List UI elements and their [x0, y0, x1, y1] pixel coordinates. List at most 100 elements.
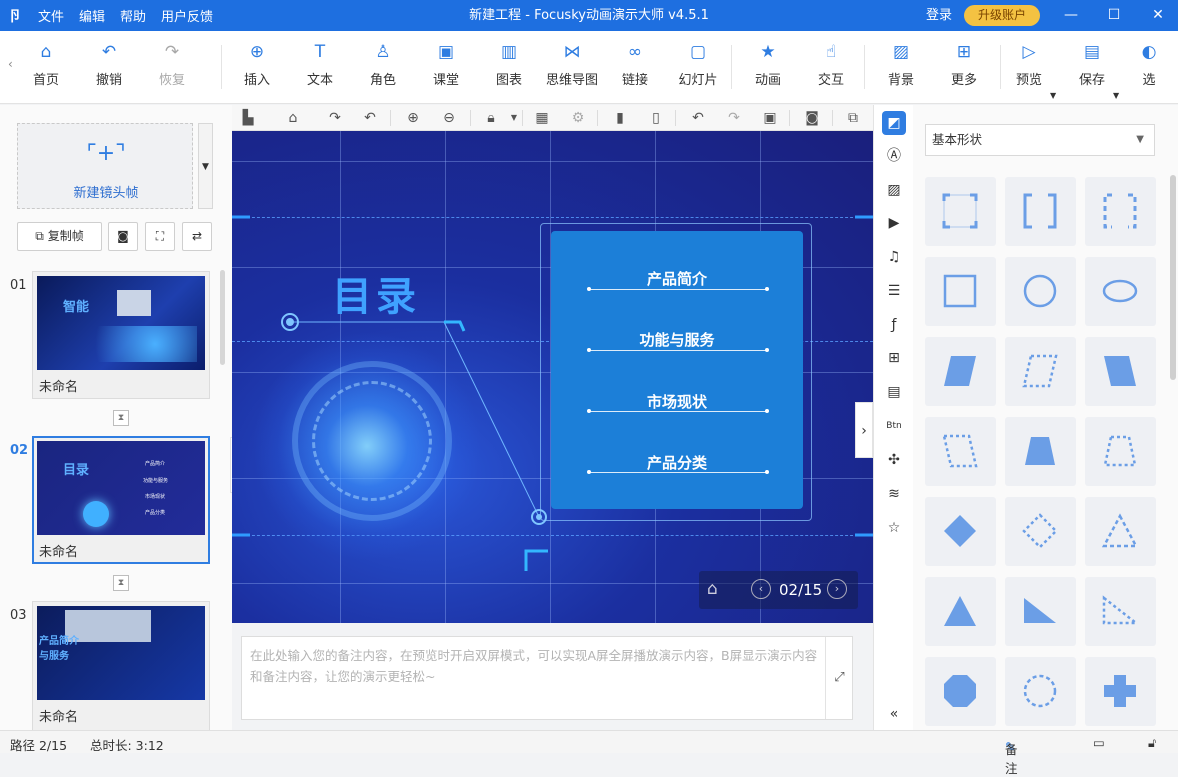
menu-box[interactable]: 产品简介 功能与服务 市场现状 产品分类 — [551, 231, 803, 509]
shape-circle[interactable] — [1005, 257, 1076, 326]
collapse-strip-icon[interactable]: « — [882, 702, 906, 726]
grid-icon[interactable]: ▦ — [532, 108, 552, 128]
close-icon[interactable]: ✕ — [1138, 0, 1178, 31]
shape-square-brackets[interactable] — [1005, 177, 1076, 246]
shape-dashed-slanted-quad[interactable] — [925, 417, 996, 486]
slide-thumbnail-2[interactable]: 目录 产品简介 功能与服务 市场现状 产品分类 未命名 — [32, 436, 210, 564]
toolbar-background-button[interactable]: ▨ 背景 — [873, 41, 929, 88]
canvas-redo-icon[interactable]: ↷ — [724, 108, 744, 128]
shape-slanted-quad[interactable] — [1085, 337, 1156, 406]
slide-thumbnail-1[interactable]: 智能 未命名 — [32, 271, 210, 399]
new-frame-button[interactable]: ⌜+⌝ 新建镜头帧 — [17, 123, 193, 209]
transition-icon[interactable]: ⧗ — [113, 410, 129, 426]
zoom-in-icon[interactable]: ⊕ — [403, 108, 423, 128]
toolbar-scroll-left-icon[interactable]: ‹ — [8, 57, 13, 71]
shape-parallelogram[interactable] — [925, 337, 996, 406]
shape-category-select[interactable]: 基本形状 ▼ — [925, 124, 1155, 156]
login-link[interactable]: 登录 — [926, 0, 952, 31]
shape-triangle[interactable] — [925, 577, 996, 646]
maximize-icon[interactable]: ☐ — [1094, 0, 1134, 31]
expand-notes-icon[interactable]: ⤢ — [825, 637, 853, 719]
toolbar-more-button[interactable]: ⊞ 更多 — [936, 41, 992, 88]
slide-thumbnail-3[interactable]: 产品简介与服务 未命名 — [32, 601, 210, 731]
save-dropdown-icon[interactable]: ▼ — [1113, 91, 1119, 100]
new-frame-dropdown-icon[interactable]: ▼ — [198, 123, 213, 209]
layers-tab-icon[interactable]: ≋ — [882, 482, 906, 506]
swap-frame-button[interactable]: ⇄ — [182, 222, 212, 251]
screenshot-button[interactable]: ◙ — [108, 222, 138, 251]
shape-dashed-brackets[interactable] — [1085, 177, 1156, 246]
shape-bracket-frame[interactable] — [925, 177, 996, 246]
toolbar-mindmap-button[interactable]: ⋈ 思维导图 — [537, 41, 607, 88]
rotate-left-icon[interactable]: ↶ — [360, 108, 380, 128]
toolbar-save-button[interactable]: ▤ 保存 — [1064, 41, 1120, 88]
upgrade-button[interactable]: 升级账户 — [964, 5, 1040, 26]
toolbar-chart-button[interactable]: ▥ 图表 — [481, 41, 537, 88]
shape-dashed-trapezoid[interactable] — [1085, 417, 1156, 486]
music-tab-icon[interactable]: ♫ — [882, 245, 906, 269]
menu-item-services[interactable]: 功能与服务 — [551, 329, 803, 350]
shape-cross[interactable] — [1085, 657, 1156, 726]
shape-rectangle[interactable] — [925, 257, 996, 326]
shape-dashed-triangle[interactable] — [1085, 497, 1156, 566]
toolbar-interaction-button[interactable]: ☝ 交互 — [803, 41, 859, 88]
slide-panel-scrollbar[interactable] — [220, 270, 225, 365]
notes-input[interactable]: 在此处输入您的备注内容，在预览时开启双屏模式，可以实现A屏全屏播放演示内容，B屏… — [250, 645, 820, 687]
collapse-right-panel-icon[interactable]: › — [855, 402, 873, 458]
shape-dashed-right-triangle[interactable] — [1085, 577, 1156, 646]
notes-area[interactable]: 在此处输入您的备注内容，在预览时开启双屏模式，可以实现A屏全屏播放演示内容，B屏… — [241, 636, 853, 720]
preview-dropdown-icon[interactable]: ▼ — [1050, 91, 1056, 100]
rotate-right-icon[interactable]: ↷ — [325, 108, 345, 128]
menu-help[interactable]: 帮助 — [120, 6, 146, 25]
grid-settings-icon[interactable]: ⚙ — [568, 108, 588, 128]
toolbar-character-button[interactable]: ♙ 角色 — [355, 41, 411, 88]
toolbar-slide-button[interactable]: ▢ 幻灯片 — [670, 41, 726, 88]
flash-tab-icon[interactable]: ƒ — [882, 313, 906, 337]
plugin-tab-icon[interactable]: ✣ — [882, 448, 906, 472]
components-tab-icon[interactable]: ⊞ — [882, 346, 906, 370]
toolbar-link-button[interactable]: ∞ 链接 — [607, 41, 663, 88]
menu-feedback[interactable]: 用户反馈 — [161, 6, 213, 25]
pager-home-icon[interactable]: ⌂ — [707, 579, 718, 599]
fit-frame-button[interactable]: ⛶ — [145, 222, 175, 251]
shape-dashed-parallelogram[interactable] — [1005, 337, 1076, 406]
presenter-view-icon[interactable]: ▭ — [1093, 735, 1105, 750]
shape-diamond[interactable] — [925, 497, 996, 566]
video-tab-icon[interactable]: ▶ — [882, 211, 906, 235]
slide-canvas[interactable]: 目录 产品简介 功能与服务 市场现状 产品分类 ⌂ ‹ 02/15 › — [232, 131, 873, 623]
shape-trapezoid[interactable] — [1005, 417, 1076, 486]
window-icon[interactable]: ⧉ — [843, 108, 863, 128]
lock-dropdown-icon[interactable]: ▼ — [504, 108, 524, 128]
lock-icon[interactable]: 🔒︎ — [481, 108, 501, 128]
html-tab-icon[interactable]: Btn — [882, 414, 906, 438]
menu-item-intro[interactable]: 产品简介 — [551, 268, 803, 289]
pager-next-icon[interactable]: › — [827, 579, 847, 599]
shapes-tab-icon[interactable]: ◩ — [882, 111, 906, 135]
document-tab-icon[interactable]: ▤ — [882, 380, 906, 404]
menu-file[interactable]: 文件 — [38, 6, 64, 25]
minimize-icon[interactable]: — — [1051, 0, 1091, 31]
toolbar-insert-button[interactable]: ⊕ 插入 — [229, 41, 285, 88]
toolbar-classroom-button[interactable]: ▣ 课堂 — [418, 41, 474, 88]
comment-tab-icon[interactable]: ☰ — [882, 279, 906, 303]
transition-icon[interactable]: ⧗ — [113, 575, 129, 591]
shape-octagon[interactable] — [925, 657, 996, 726]
camera-icon[interactable]: ◙ — [802, 108, 822, 128]
toolbar-home-button[interactable]: ⌂ 首页 — [18, 41, 74, 88]
copy-frame-button[interactable]: ⧉ 复制帧 — [17, 222, 102, 251]
text-tab-icon[interactable]: Ⓐ — [882, 144, 906, 168]
shape-panel-scrollbar[interactable] — [1170, 175, 1176, 380]
toolbar-text-button[interactable]: T 文本 — [292, 41, 348, 88]
toolbar-select-button[interactable]: ◐ 选 — [1127, 41, 1171, 88]
toolbar-preview-button[interactable]: ▷ 预览 — [1001, 41, 1057, 88]
shape-ellipse[interactable] — [1085, 257, 1156, 326]
settings-icon[interactable]: ▣ — [760, 108, 780, 128]
canvas-undo-icon[interactable]: ↶ — [688, 108, 708, 128]
toolbar-redo-button[interactable]: ↷ 恢复 — [144, 41, 200, 88]
shape-right-triangle[interactable] — [1005, 577, 1076, 646]
toolbar-animation-button[interactable]: ★ 动画 — [740, 41, 796, 88]
paste-icon[interactable]: ▯ — [646, 108, 666, 128]
shape-dashed-circle[interactable] — [1005, 657, 1076, 726]
menu-edit[interactable]: 编辑 — [79, 6, 105, 25]
lock-status-icon[interactable]: 🔓︎ — [1148, 735, 1156, 751]
